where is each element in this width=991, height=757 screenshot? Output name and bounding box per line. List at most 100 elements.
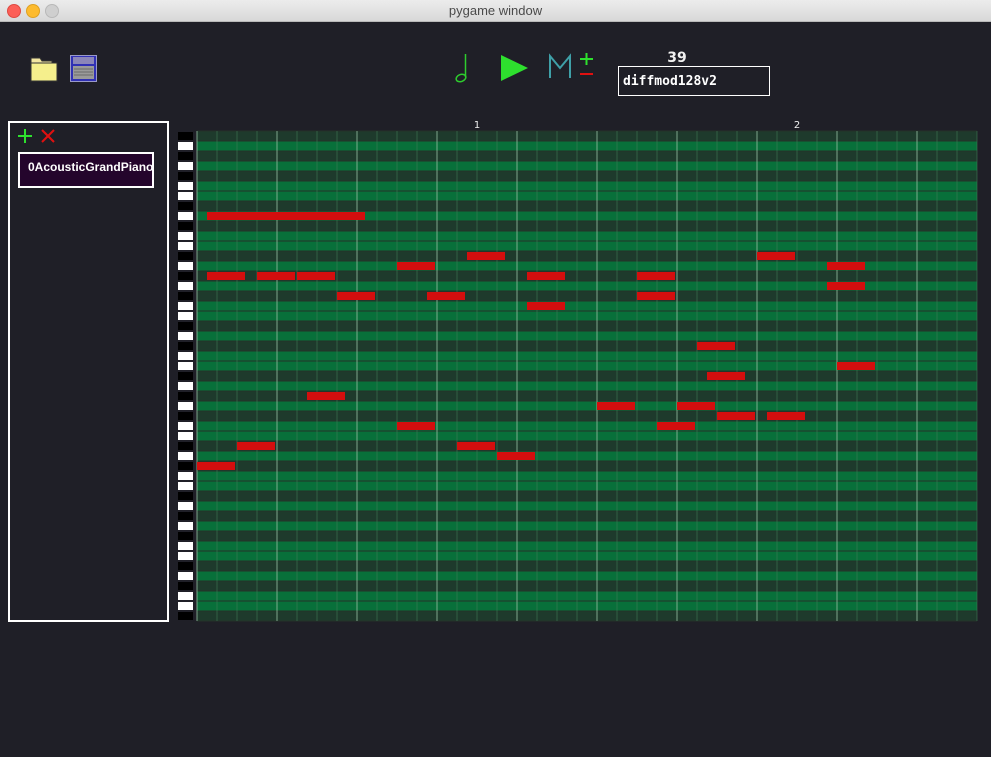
white-piano-key[interactable]	[178, 602, 193, 610]
white-piano-key[interactable]	[178, 572, 193, 580]
pitch-row	[197, 421, 977, 431]
black-piano-key[interactable]	[178, 322, 193, 330]
midi-note[interactable]	[597, 402, 635, 410]
pitch-row	[197, 411, 977, 421]
white-piano-key[interactable]	[178, 482, 193, 490]
midi-note[interactable]	[207, 212, 365, 220]
midi-note[interactable]	[637, 272, 675, 280]
midi-note[interactable]	[707, 372, 745, 380]
pitch-row	[197, 321, 977, 331]
midi-note[interactable]	[717, 412, 755, 420]
black-piano-key[interactable]	[178, 152, 193, 160]
white-piano-key[interactable]	[178, 552, 193, 560]
pitch-row	[197, 381, 977, 391]
white-piano-key[interactable]	[178, 162, 193, 170]
pitch-row	[197, 591, 977, 601]
pitch-row	[197, 561, 977, 571]
measure-number: 1	[474, 120, 480, 131]
black-piano-key[interactable]	[178, 272, 193, 280]
pitch-row	[197, 241, 977, 251]
black-piano-key[interactable]	[178, 392, 193, 400]
white-piano-key[interactable]	[178, 592, 193, 600]
midi-note[interactable]	[527, 272, 565, 280]
white-piano-key[interactable]	[178, 422, 193, 430]
black-piano-key[interactable]	[178, 492, 193, 500]
midi-note[interactable]	[257, 272, 295, 280]
white-piano-key[interactable]	[178, 242, 193, 250]
midi-note[interactable]	[497, 452, 535, 460]
white-piano-key[interactable]	[178, 332, 193, 340]
black-piano-key[interactable]	[178, 442, 193, 450]
black-piano-key[interactable]	[178, 412, 193, 420]
midi-note[interactable]	[307, 392, 345, 400]
white-piano-key[interactable]	[178, 452, 193, 460]
white-piano-key[interactable]	[178, 432, 193, 440]
black-piano-key[interactable]	[178, 582, 193, 590]
white-piano-key[interactable]	[178, 212, 193, 220]
black-piano-key[interactable]	[178, 222, 193, 230]
white-piano-key[interactable]	[178, 182, 193, 190]
midi-note[interactable]	[827, 282, 865, 290]
midi-note[interactable]	[457, 442, 495, 450]
midi-note[interactable]	[197, 462, 235, 470]
white-piano-key[interactable]	[178, 192, 193, 200]
white-piano-key[interactable]	[178, 142, 193, 150]
pitch-row	[197, 341, 977, 351]
white-piano-key[interactable]	[178, 302, 193, 310]
white-piano-key[interactable]	[178, 542, 193, 550]
midi-note[interactable]	[397, 422, 435, 430]
black-piano-key[interactable]	[178, 172, 193, 180]
midi-note[interactable]	[527, 302, 565, 310]
white-piano-key[interactable]	[178, 502, 193, 510]
midi-note[interactable]	[397, 262, 435, 270]
white-piano-key[interactable]	[178, 312, 193, 320]
black-piano-key[interactable]	[178, 462, 193, 470]
black-piano-key[interactable]	[178, 532, 193, 540]
pitch-row	[197, 521, 977, 531]
midi-note[interactable]	[677, 402, 715, 410]
pitch-row	[197, 251, 977, 261]
black-piano-key[interactable]	[178, 372, 193, 380]
white-piano-key[interactable]	[178, 522, 193, 530]
midi-note[interactable]	[467, 252, 505, 260]
white-piano-key[interactable]	[178, 282, 193, 290]
white-piano-key[interactable]	[178, 352, 193, 360]
white-piano-key[interactable]	[178, 232, 193, 240]
pitch-row	[197, 491, 977, 501]
black-piano-key[interactable]	[178, 132, 193, 140]
midi-note[interactable]	[827, 262, 865, 270]
black-piano-key[interactable]	[178, 342, 193, 350]
midi-note[interactable]	[697, 342, 735, 350]
black-piano-key[interactable]	[178, 202, 193, 210]
midi-note[interactable]	[637, 292, 675, 300]
black-piano-key[interactable]	[178, 562, 193, 570]
pitch-row	[197, 461, 977, 471]
black-piano-key[interactable]	[178, 612, 193, 620]
white-piano-key[interactable]	[178, 472, 193, 480]
midi-note[interactable]	[237, 442, 275, 450]
white-piano-key[interactable]	[178, 382, 193, 390]
midi-note[interactable]	[427, 292, 465, 300]
black-piano-key[interactable]	[178, 252, 193, 260]
midi-note[interactable]	[337, 292, 375, 300]
piano-roll[interactable]: 12	[0, 0, 991, 757]
midi-note[interactable]	[207, 272, 245, 280]
pitch-row	[197, 511, 977, 521]
white-piano-key[interactable]	[178, 362, 193, 370]
black-piano-key[interactable]	[178, 292, 193, 300]
midi-note[interactable]	[657, 422, 695, 430]
midi-note[interactable]	[837, 362, 875, 370]
black-piano-key[interactable]	[178, 512, 193, 520]
pitch-row	[197, 221, 977, 231]
pitch-row	[197, 541, 977, 551]
pitch-row	[197, 351, 977, 361]
white-piano-key[interactable]	[178, 402, 193, 410]
pitch-row	[197, 151, 977, 161]
midi-note[interactable]	[297, 272, 335, 280]
midi-note[interactable]	[757, 252, 795, 260]
pitch-row	[197, 531, 977, 541]
pitch-row	[197, 601, 977, 611]
midi-note[interactable]	[767, 412, 805, 420]
pitch-row	[197, 191, 977, 201]
white-piano-key[interactable]	[178, 262, 193, 270]
